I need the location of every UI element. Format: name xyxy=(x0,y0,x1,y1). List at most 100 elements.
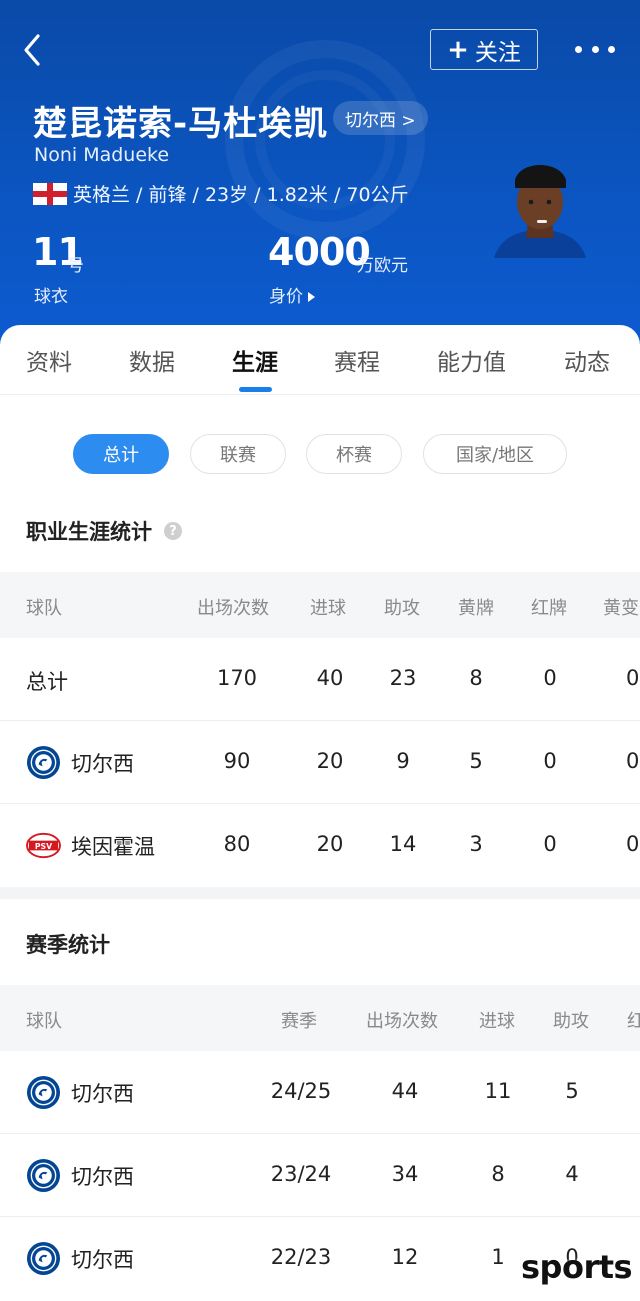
red-value: 0 xyxy=(543,749,557,773)
filter-national[interactable]: 国家/地区 xyxy=(423,434,567,474)
player-meta-text: 英格兰 / 前锋 / 23岁 / 1.82米 / 70公斤 xyxy=(73,184,409,206)
assists-value: 4 xyxy=(565,1162,579,1186)
career-table-header: 球队 出场次数 进球 助攻 黄牌 红牌 黄变 xyxy=(0,572,640,638)
season-stats-title-text: 赛季统计 xyxy=(26,933,110,957)
col-goals: 进球 xyxy=(310,598,346,619)
tab-news[interactable]: 动态 xyxy=(564,343,610,377)
col-goals: 进球 xyxy=(479,1011,515,1032)
career-stats-title: 职业生涯统计 ? xyxy=(26,516,182,546)
team-name: 总计 xyxy=(26,670,68,694)
player-name: 楚昆诺索-马杜埃凯 xyxy=(33,104,329,144)
col-apps: 出场次数 xyxy=(197,598,269,619)
tab-profile[interactable]: 资料 xyxy=(26,343,72,377)
tab-career[interactable]: 生涯 xyxy=(232,343,278,377)
yellow-value: 5 xyxy=(469,749,483,773)
goals-value: 11 xyxy=(484,1079,512,1103)
apps-value: 34 xyxy=(391,1162,419,1186)
chelsea-logo-icon xyxy=(26,1075,61,1110)
follow-label: 关注 xyxy=(474,39,521,66)
team-name: 切尔西 xyxy=(71,751,134,776)
tab-ability[interactable]: 能力值 xyxy=(437,343,506,377)
red-value: 0 xyxy=(543,832,557,856)
col-season: 赛季 xyxy=(281,1011,317,1032)
table-row[interactable]: 切尔西 23/24 34 8 4 xyxy=(0,1134,640,1217)
section-divider xyxy=(0,887,640,899)
help-icon[interactable]: ? xyxy=(164,522,182,540)
back-button[interactable] xyxy=(18,30,48,70)
caret-right-icon xyxy=(308,292,315,302)
more-options-button[interactable] xyxy=(575,38,615,60)
col-yellow: 黄牌 xyxy=(458,598,494,619)
dot-icon xyxy=(575,45,582,53)
filter-cup[interactable]: 杯赛 xyxy=(306,434,402,474)
team-cell: 切尔西 xyxy=(26,1158,134,1193)
shirt-label: 球衣 xyxy=(34,287,68,307)
goals-value: 40 xyxy=(316,666,344,690)
team-cell: 切尔西 xyxy=(26,1075,134,1110)
psv-logo-icon: PSV xyxy=(26,832,61,859)
chelsea-logo-icon xyxy=(26,745,61,780)
club-link-chip[interactable]: 切尔西 > xyxy=(333,101,428,135)
chevron-left-icon xyxy=(24,34,40,66)
apps-value: 90 xyxy=(223,749,251,773)
dot-icon xyxy=(591,45,599,53)
team-cell: 切尔西 xyxy=(26,745,134,780)
filter-total[interactable]: 总计 xyxy=(73,434,169,474)
team-name: 切尔西 xyxy=(71,1081,134,1106)
col-red: 红牌 xyxy=(531,598,567,619)
sports-watermark: sports xyxy=(521,1248,633,1286)
plus-icon: + xyxy=(447,34,469,65)
col-apps: 出场次数 xyxy=(366,1011,438,1032)
goals-value: 20 xyxy=(316,749,344,773)
assists-value: 9 xyxy=(396,749,410,773)
tab-schedule[interactable]: 赛程 xyxy=(334,343,380,377)
player-meta: 英格兰 / 前锋 / 23岁 / 1.82米 / 70公斤 xyxy=(33,180,409,207)
table-row[interactable]: 切尔西 90 20 9 5 0 0 xyxy=(0,721,640,804)
tab-bar: 资料 数据 生涯 赛程 能力值 动态 xyxy=(0,325,640,395)
chelsea-logo-icon xyxy=(26,1158,61,1193)
svg-text:PSV: PSV xyxy=(35,842,52,851)
season-value: 24/25 xyxy=(270,1079,332,1103)
player-header: + 关注 楚昆诺索-马杜埃凯 切尔西 > Noni Madueke 英格兰 / … xyxy=(0,0,640,345)
col-team: 球队 xyxy=(26,598,62,619)
yellow-value: 3 xyxy=(469,832,483,856)
dot-icon xyxy=(608,45,615,53)
chelsea-logo-icon xyxy=(26,1241,61,1276)
filter-league[interactable]: 联赛 xyxy=(190,434,286,474)
apps-value: 12 xyxy=(391,1245,419,1269)
table-row[interactable]: PSV 埃因霍温 80 20 14 3 0 0 xyxy=(0,804,640,887)
season-value: 22/23 xyxy=(270,1245,332,1269)
england-flag-icon xyxy=(33,182,67,205)
team-cell: 切尔西 xyxy=(26,1241,134,1276)
season-stats-title: 赛季统计 xyxy=(26,929,110,959)
active-tab-indicator xyxy=(239,387,272,392)
assists-value: 5 xyxy=(565,1079,579,1103)
season-value: 23/24 xyxy=(270,1162,332,1186)
assists-value: 23 xyxy=(389,666,417,690)
team-name: 埃因霍温 xyxy=(71,834,155,859)
market-value-unit: 万欧元 xyxy=(357,256,408,276)
table-row[interactable]: 切尔西 24/25 44 11 5 xyxy=(0,1051,640,1134)
follow-button[interactable]: + 关注 xyxy=(430,29,538,70)
assists-value: 14 xyxy=(389,832,417,856)
goals-value: 1 xyxy=(491,1245,505,1269)
player-name-english: Noni Madueke xyxy=(34,144,170,166)
market-value-link[interactable]: 身价 xyxy=(269,282,315,307)
market-value-label: 身价 xyxy=(269,287,303,307)
team-name: 切尔西 xyxy=(71,1164,134,1189)
red-value: 0 xyxy=(543,666,557,690)
col-red: 红 xyxy=(627,1011,640,1032)
career-stats-title-text: 职业生涯统计 xyxy=(26,520,152,544)
apps-value: 80 xyxy=(223,832,251,856)
col-assists: 助攻 xyxy=(384,598,420,619)
col-team: 球队 xyxy=(26,1011,62,1032)
col-yellow-red: 黄变 xyxy=(603,598,639,619)
goals-value: 20 xyxy=(316,832,344,856)
apps-value: 44 xyxy=(391,1079,419,1103)
table-row[interactable]: 总计 170 40 23 8 0 0 xyxy=(0,638,640,721)
apps-value: 170 xyxy=(216,666,258,690)
season-table-header: 球队 赛季 出场次数 进球 助攻 红 xyxy=(0,985,640,1051)
team-cell: PSV 埃因霍温 xyxy=(26,828,155,863)
tab-stats[interactable]: 数据 xyxy=(129,343,175,377)
yellow-red-value: 0 xyxy=(626,832,640,856)
